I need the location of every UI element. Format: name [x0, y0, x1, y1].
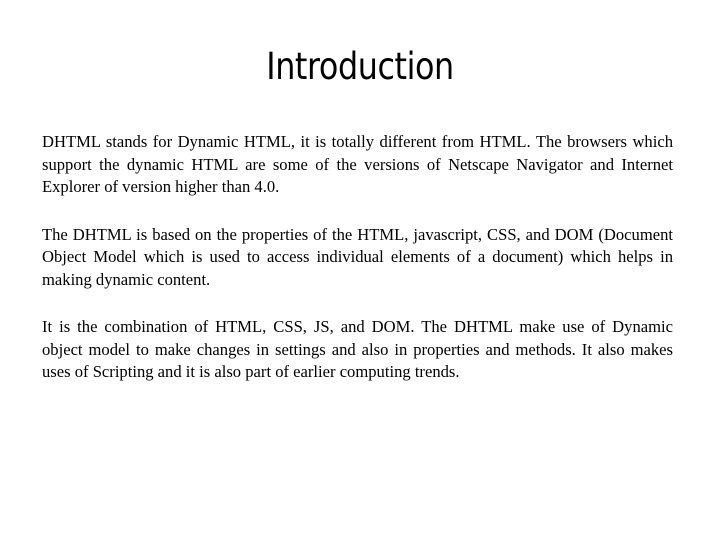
paragraph-dhtml-basis: The DHTML is based on the properties of …	[42, 224, 673, 289]
paragraph-dhtml-definition: DHTML stands for Dynamic HTML, it is tot…	[42, 132, 673, 196]
paragraph-dhtml-combination: It is the combination of HTML, CSS, JS, …	[42, 317, 673, 381]
slide: Introduction DHTML stands for Dynamic HT…	[0, 0, 720, 540]
slide-body: DHTML stands for Dynamic HTML, it is tot…	[42, 131, 673, 409]
slide-title: Introduction	[266, 45, 454, 88]
